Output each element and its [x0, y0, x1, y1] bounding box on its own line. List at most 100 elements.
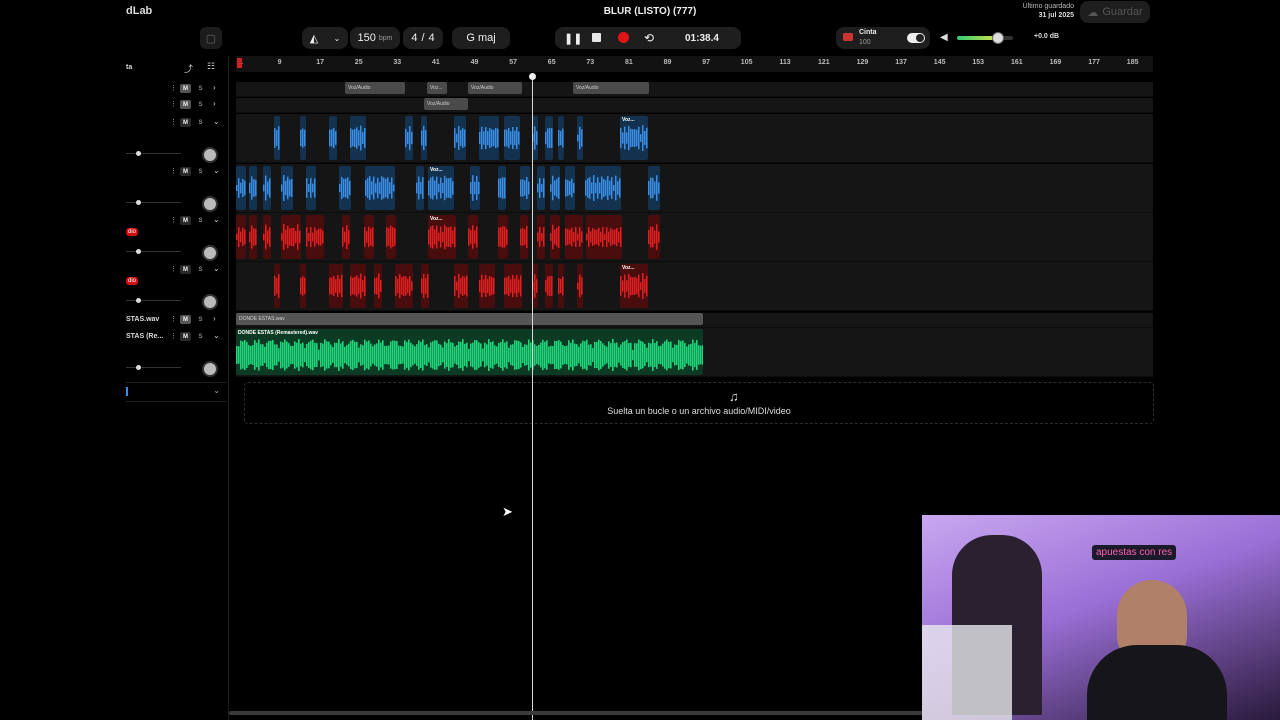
playhead[interactable] [529, 73, 536, 720]
audio-clip[interactable] [300, 264, 306, 308]
audio-clip[interactable] [329, 264, 343, 308]
solo-button[interactable]: S [195, 100, 206, 109]
audio-clip[interactable] [504, 264, 522, 308]
track-menu-icon[interactable]: ⋮ [170, 216, 177, 224]
track-header-row[interactable]: ⋮ M S › [126, 83, 226, 97]
track-header-row[interactable]: dio ⋮ M S ⌄ [126, 215, 226, 263]
audio-clip-donde-estas-remastered[interactable]: DONDE ESTAS (Remastered).wav [236, 329, 703, 375]
track-lane-2[interactable]: Voz/Audio [236, 98, 1153, 113]
bpm-field[interactable]: 150 bpm [350, 27, 400, 49]
audio-clip[interactable] [479, 116, 499, 160]
stop-button[interactable] [592, 33, 601, 42]
track-volume-knob[interactable] [202, 245, 218, 261]
audio-clip[interactable] [421, 264, 429, 308]
pan-slider[interactable] [126, 249, 181, 254]
mute-button[interactable]: M [180, 118, 191, 127]
drop-zone[interactable]: ♫ Suelta un bucle o un archivo audio/MID… [244, 382, 1154, 424]
audio-clip[interactable] [306, 215, 324, 259]
audio-clip[interactable] [520, 215, 528, 259]
record-button[interactable] [618, 32, 629, 43]
track-name[interactable]: STAS.wav [126, 316, 159, 323]
audio-clip[interactable] [545, 116, 553, 160]
audio-clip[interactable] [274, 116, 280, 160]
audio-clip[interactable] [537, 215, 545, 259]
audio-clip[interactable] [306, 166, 316, 210]
audio-clip[interactable] [405, 116, 413, 160]
speaker-icon[interactable]: ◀ [940, 32, 948, 43]
audio-clip[interactable] [550, 166, 560, 210]
horizontal-scrollbar[interactable] [229, 711, 929, 715]
mute-button[interactable]: M [180, 265, 191, 274]
audio-clip[interactable] [565, 166, 575, 210]
audio-clip[interactable] [498, 215, 508, 259]
track-menu-icon[interactable]: ⋮ [170, 167, 177, 175]
audio-clip[interactable] [537, 166, 545, 210]
track-menu-icon[interactable]: ⋮ [170, 332, 177, 340]
timeline-ruler[interactable]: 1917253341495765738189971051131211291371… [236, 56, 1153, 72]
solo-button[interactable]: S [195, 118, 206, 127]
audio-clip[interactable] [281, 166, 293, 210]
audio-clip[interactable] [416, 166, 424, 210]
solo-button[interactable]: S [195, 315, 206, 324]
chevron-down-icon[interactable]: ⌄ [213, 264, 220, 273]
audio-clip[interactable] [249, 166, 257, 210]
audio-clip[interactable] [558, 116, 564, 160]
track-lane-8[interactable]: DONDE ESTAS (Remastered).wav [236, 328, 1153, 377]
audio-clip[interactable]: Voz/Audio [468, 82, 522, 94]
playhead-handle[interactable] [529, 73, 536, 80]
audio-clip[interactable] [565, 215, 583, 259]
audio-clip[interactable] [470, 166, 480, 210]
tape-control[interactable]: Cinta 100 [836, 27, 930, 49]
track-lane-7[interactable]: DONDE ESTAS.wav [236, 313, 1153, 328]
key-selector[interactable]: G maj [452, 27, 510, 49]
track-lane-5[interactable]: Voz... [236, 213, 1153, 262]
track-menu-icon[interactable]: ⋮ [170, 265, 177, 273]
chevron-right-icon[interactable]: › [213, 83, 216, 92]
audio-clip[interactable] [520, 166, 530, 210]
chevron-right-icon[interactable]: › [213, 99, 216, 108]
mute-button[interactable]: M [180, 84, 191, 93]
track-menu-icon[interactable]: ⋮ [170, 118, 177, 126]
track-header-row[interactable]: ⋮ M S ⌄ [126, 117, 226, 165]
track-header-row[interactable]: ⋮ M S › [126, 99, 226, 113]
track-header-row[interactable]: dio ⋮ M S ⌄ [126, 264, 226, 312]
time-signature[interactable]: 4 / 4 [403, 27, 443, 49]
solo-button[interactable]: S [195, 167, 206, 176]
mute-button[interactable]: M [180, 315, 191, 324]
save-button[interactable]: ☁ Guardar [1080, 1, 1150, 23]
mute-button[interactable]: M [180, 216, 191, 225]
pan-slider[interactable] [126, 365, 181, 370]
pan-slider[interactable] [126, 151, 181, 156]
audio-clip[interactable] [263, 215, 271, 259]
track-volume-knob[interactable] [202, 361, 218, 377]
audio-clip[interactable] [374, 264, 382, 308]
audio-clip[interactable] [585, 166, 621, 210]
audio-clip[interactable] [236, 166, 246, 210]
audio-clip[interactable] [386, 215, 396, 259]
audio-clip[interactable] [249, 215, 257, 259]
track-lane-6[interactable]: Voz... [236, 262, 1153, 311]
audio-clip[interactable] [274, 264, 280, 308]
chevron-down-icon[interactable]: ⌄ [213, 117, 220, 126]
audio-clip[interactable] [395, 264, 413, 308]
audio-clip[interactable] [577, 264, 583, 308]
audio-clip[interactable] [300, 116, 306, 160]
solo-button[interactable]: S [195, 265, 206, 274]
chevron-down-icon[interactable]: ⌄ [213, 331, 220, 340]
track-menu-icon[interactable]: ⋮ [170, 100, 177, 108]
track-menu-icon[interactable]: ⋮ [170, 315, 177, 323]
audio-clip[interactable]: Voz... [620, 116, 648, 160]
track-volume-knob[interactable] [202, 196, 218, 212]
audio-clip[interactable] [586, 215, 622, 259]
audio-clip[interactable] [479, 264, 495, 308]
solo-button[interactable]: S [195, 84, 206, 93]
pan-slider[interactable] [126, 200, 181, 205]
audio-clip[interactable] [468, 215, 478, 259]
audio-clip[interactable]: Voz... [428, 166, 454, 210]
solo-button[interactable]: S [195, 332, 206, 341]
audio-clip[interactable] [339, 166, 351, 210]
master-volume-slider[interactable] [957, 32, 1013, 44]
chevron-down-icon[interactable]: ⌄ [213, 166, 220, 175]
audio-clip[interactable] [454, 264, 468, 308]
mute-button[interactable]: M [180, 167, 191, 176]
